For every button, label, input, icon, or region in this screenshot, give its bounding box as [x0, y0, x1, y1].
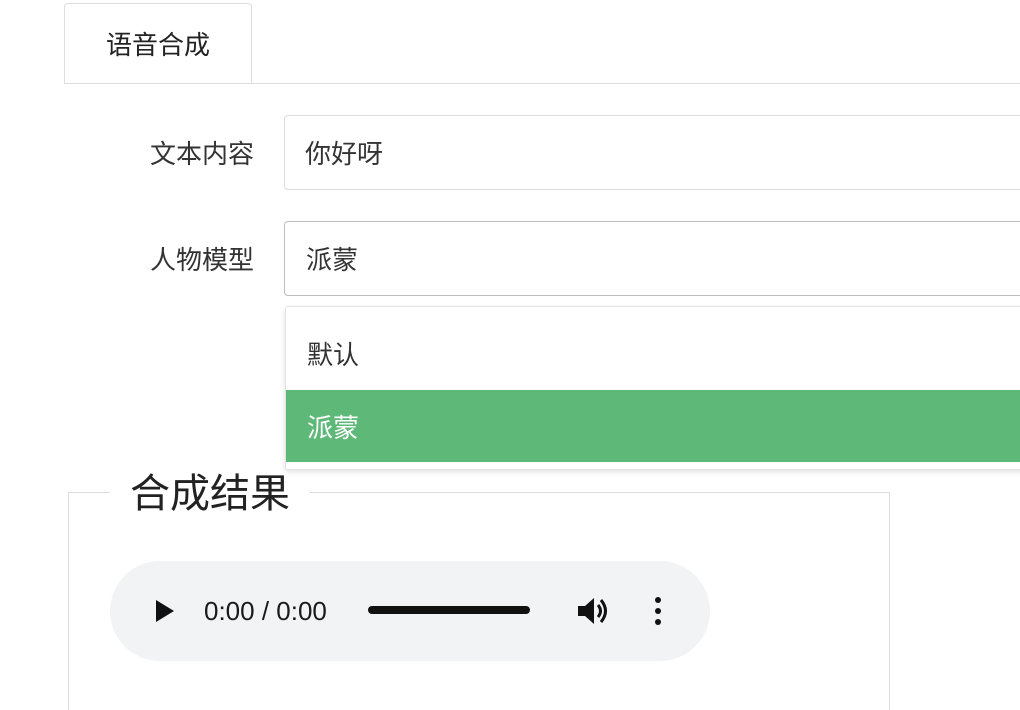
- volume-icon[interactable]: [576, 594, 612, 628]
- page: 语音合成 文本内容 人物模型 派蒙 默认 派蒙 合成结果 0:00 / 0:00: [0, 0, 1020, 710]
- dropdown-option-label: 派蒙: [307, 413, 360, 444]
- tab-strip: [64, 83, 1020, 84]
- dropdown-option-paimon[interactable]: 派蒙: [286, 390, 1020, 462]
- text-content-input[interactable]: [284, 115, 1020, 190]
- result-title: 合成结果: [110, 468, 310, 520]
- audio-time: 0:00 / 0:00: [204, 596, 327, 626]
- character-model-selected-value: 派蒙: [306, 246, 359, 276]
- more-options-icon[interactable]: [648, 595, 668, 627]
- tab-tts-label: 语音合成: [105, 31, 210, 61]
- character-model-dropdown: 默认 派蒙: [285, 306, 1020, 470]
- character-model-select[interactable]: 派蒙: [284, 221, 1020, 296]
- audio-player: 0:00 / 0:00: [110, 561, 710, 661]
- audio-seek-bar[interactable]: [368, 606, 530, 614]
- play-icon[interactable]: [150, 597, 178, 625]
- tab-tts[interactable]: 语音合成: [64, 3, 252, 83]
- text-content-label: 文本内容: [149, 140, 254, 170]
- dropdown-option-label: 默认: [307, 340, 360, 371]
- character-model-label: 人物模型: [149, 246, 254, 276]
- dropdown-option-default[interactable]: 默认: [286, 317, 1020, 389]
